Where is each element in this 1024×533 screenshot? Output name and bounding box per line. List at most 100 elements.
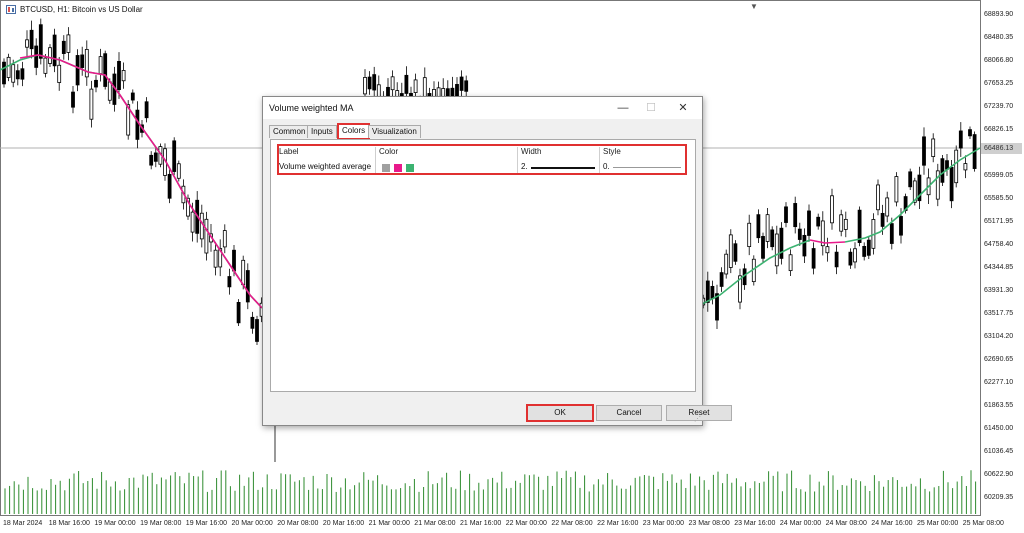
colors-panel: Label Color Width Style Volume weighted …: [270, 139, 696, 392]
tab-inputs[interactable]: Inputs: [307, 125, 337, 138]
color-swatch-1[interactable]: [382, 164, 390, 172]
candle-body: [75, 55, 80, 86]
candle-body: [733, 243, 738, 262]
candle-body: [135, 109, 140, 140]
candle-body: [857, 209, 862, 243]
candle-body: [710, 285, 715, 300]
width-line-preview[interactable]: [531, 167, 595, 169]
candle-body: [236, 302, 241, 324]
candle-body: [724, 253, 729, 275]
candle-body: [363, 77, 367, 95]
candle-body: [968, 129, 972, 137]
candle-body: [963, 163, 968, 171]
candle-body: [843, 218, 848, 230]
candle-body: [958, 130, 963, 149]
header-color: Color: [379, 147, 399, 156]
tab-colors[interactable]: Colors: [337, 123, 371, 140]
candle-body: [227, 276, 232, 288]
price-tick-label: 65999.05: [984, 172, 1014, 179]
candle-body: [167, 173, 172, 199]
candle-body: [816, 216, 821, 227]
candle-body: [940, 158, 945, 183]
candle-body: [761, 236, 765, 259]
candle-body: [15, 70, 20, 80]
time-tick-label: 23 Mar 16:00: [734, 520, 776, 527]
time-tick-label: 22 Mar 08:00: [551, 520, 593, 527]
candle-body: [245, 270, 250, 303]
price-tick-label: 62690.65: [984, 356, 1014, 363]
price-tick-label: 63517.75: [984, 310, 1014, 317]
candle-body: [232, 249, 236, 272]
price-tick-label: 61450.00: [984, 425, 1014, 432]
candle-body: [784, 206, 788, 223]
row-label[interactable]: Volume weighted average: [279, 160, 371, 174]
candle-body: [830, 195, 834, 224]
time-tick-label: 23 Mar 00:00: [642, 520, 685, 527]
candle-body: [48, 47, 52, 64]
candle-body: [89, 88, 94, 120]
maximize-icon[interactable]: ☐: [639, 100, 663, 116]
dialog-titlebar[interactable]: Volume weighted MA — ☐ ✕: [263, 97, 702, 119]
tab-common[interactable]: Common: [269, 125, 310, 138]
header-label: Label: [279, 147, 299, 156]
candle-body: [404, 74, 409, 94]
candle-body: [894, 176, 899, 203]
header-width: Width: [521, 147, 542, 156]
price-tick-label: 61863.55: [984, 402, 1014, 409]
candle-body: [705, 280, 710, 303]
cancel-button[interactable]: Cancel: [596, 405, 662, 421]
candle-body: [464, 80, 469, 92]
candle-body: [213, 249, 218, 268]
indicator-dialog[interactable]: Volume weighted MA — ☐ ✕ Common Inputs C…: [262, 96, 732, 426]
candle-body: [788, 254, 793, 272]
time-tick-label: 24 Mar 08:00: [825, 520, 867, 527]
candle-body: [71, 91, 75, 108]
column-divider: [599, 147, 600, 173]
candle-body: [149, 154, 154, 166]
header-style: Style: [603, 147, 621, 156]
candle-body: [774, 233, 779, 267]
candle-body: [728, 234, 733, 268]
time-tick-label: 22 Mar 16:00: [597, 520, 639, 527]
time-tick-label: 19 Mar 16:00: [185, 520, 228, 527]
width-value[interactable]: 2.: [521, 160, 528, 174]
candle-body: [61, 40, 66, 54]
candle-body: [367, 76, 372, 90]
minimize-icon[interactable]: —: [611, 100, 635, 116]
candle-body: [57, 64, 62, 83]
ok-button[interactable]: OK: [526, 404, 594, 422]
candle-body: [866, 239, 871, 256]
color-swatch-2[interactable]: [394, 164, 402, 172]
style-line-preview[interactable]: [613, 167, 681, 168]
colors-table: Label Color Width Style Volume weighted …: [277, 145, 686, 175]
candle-body: [922, 136, 926, 166]
candle-body: [899, 216, 903, 236]
style-value[interactable]: 0.: [603, 160, 610, 174]
price-tick-label: 68893.90: [984, 11, 1014, 18]
candle-body: [80, 54, 85, 68]
candle-body: [2, 61, 6, 85]
time-tick-label: 19 Mar 08:00: [140, 520, 182, 527]
resize-grip-icon[interactable]: ⋰: [694, 416, 701, 423]
color-swatch-3[interactable]: [406, 164, 414, 172]
close-icon[interactable]: ✕: [671, 100, 695, 116]
candle-body: [241, 259, 246, 286]
time-tick-label: 25 Mar 08:00: [962, 520, 1004, 527]
price-tick-label: 64758.40: [984, 241, 1014, 248]
candle-body: [94, 79, 98, 88]
candle-body: [6, 56, 11, 78]
candle-body: [222, 230, 227, 248]
dialog-title: Volume weighted MA: [269, 103, 354, 113]
current-price-tag: 66486.13: [981, 143, 1022, 154]
candle-body: [103, 53, 108, 87]
candle-body: [199, 212, 204, 240]
column-divider: [517, 147, 518, 173]
chart-shift-icon[interactable]: ▼: [750, 2, 758, 11]
candle-body: [802, 234, 807, 257]
candle-body: [52, 34, 57, 67]
time-tick-label: 18 Mar 2024: [3, 520, 43, 527]
candle-body: [98, 56, 103, 75]
candle-body: [190, 211, 195, 233]
tab-visualization[interactable]: Visualization: [368, 125, 421, 138]
time-tick-label: 22 Mar 00:00: [505, 520, 547, 527]
